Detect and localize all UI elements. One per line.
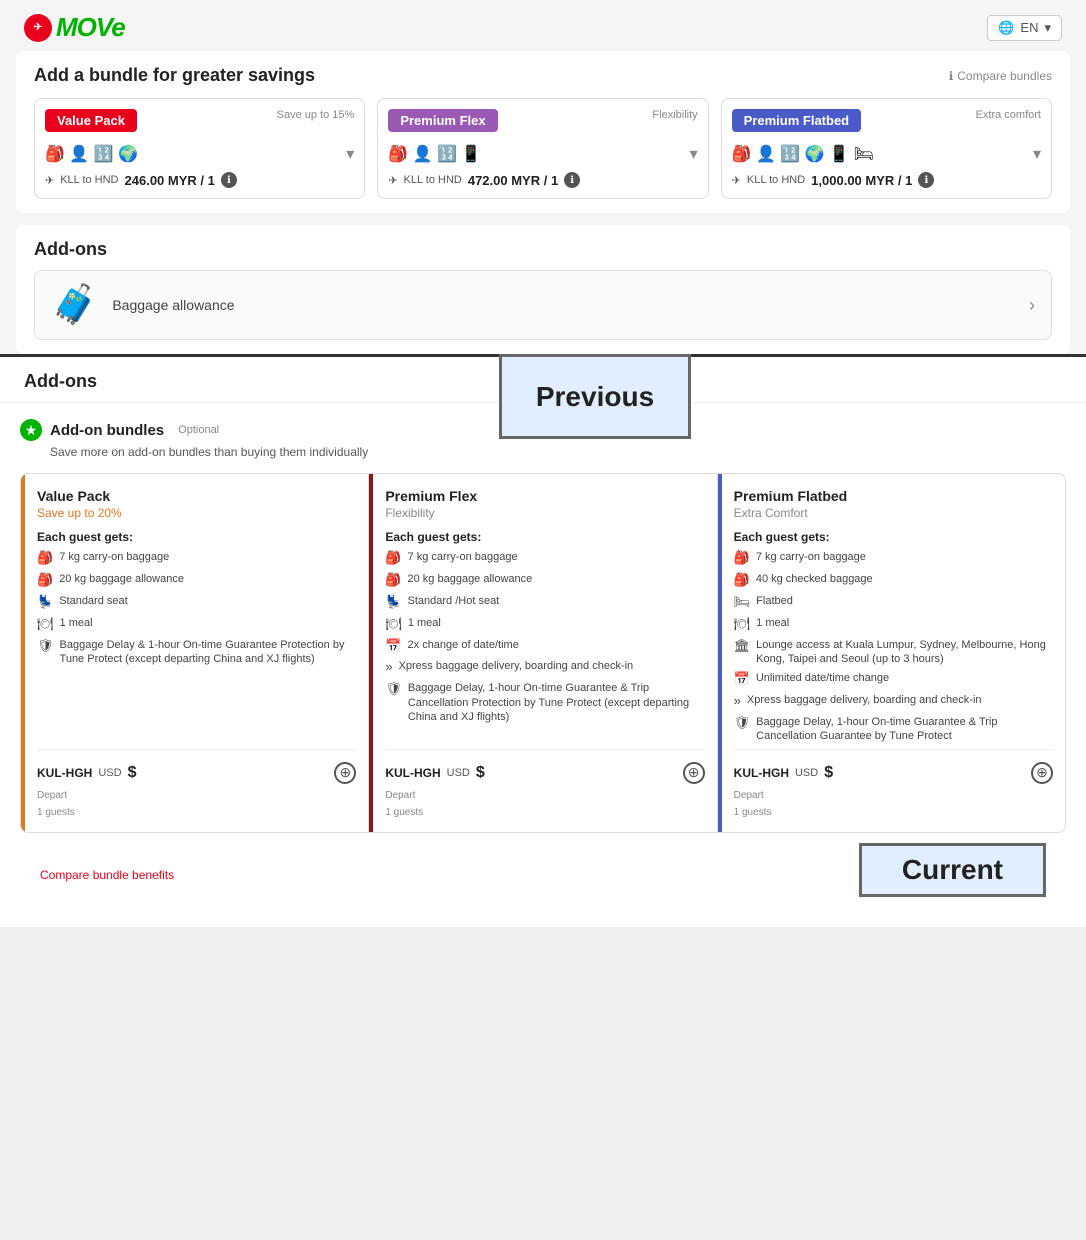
bc-flex-currency: USD [447,767,470,779]
premium-flatbed-subtitle: Extra comfort [976,109,1041,121]
perk-item: 🛏Flatbed [734,594,1053,611]
bc-flatbed-each-guest: Each guest gets: [734,530,1053,544]
bc-flatbed-currency: USD [795,767,818,779]
bc-value-route: KUL-HGH [37,766,92,780]
value-pack-icons: 🎒 👤 🔢 🌍 ▾ [45,144,354,164]
language-selector[interactable]: 🌐 EN ▾ [987,15,1062,41]
bc-flatbed-title: Premium Flatbed [734,488,1053,504]
star-icon: ★ [20,419,42,441]
premium-flatbed-icons: 🎒 👤 🔢 🌍 📱 🛏 ▾ [732,144,1041,164]
addons-title-top: Add-ons [34,239,1052,260]
optional-badge: Optional [178,424,219,436]
perk-item: 🎒7 kg carry-on baggage [385,550,704,567]
globe-icon: 🌐 [998,20,1014,36]
perk-item: 🎒20 kg baggage allowance [37,572,356,589]
perk-item: 🛡Baggage Delay, 1-hour On-time Guarantee… [734,715,1053,744]
perk-item: 📅2x change of date/time [385,638,704,655]
perk-item: 🎒20 kg baggage allowance [385,572,704,589]
bundle-section: Add a bundle for greater savings ℹ Compa… [16,51,1070,213]
bc-flex-title: Premium Flex [385,488,704,504]
premium-flatbed-badge: Premium Flatbed [732,109,861,132]
baggage-chevron-icon: › [1029,295,1035,316]
baggage-label: Baggage allowance [112,297,234,313]
baggage-emoji: 🧳 [51,283,98,327]
bc-value-guests: 1 guests [37,807,75,818]
value-pack-subtitle: Save up to 15% [277,109,355,121]
bundle-card-value[interactable]: Value Pack Save up to 15% 🎒 👤 🔢 🌍 ▾ ✈ KL… [34,98,365,199]
bc-flex-guests: 1 guests [385,807,423,818]
bc-card-premium-flex: Premium Flex Flexibility Each guest gets… [369,474,717,832]
bc-flex-add-button[interactable]: ⊕ [683,762,705,784]
premium-flex-subtitle: Flexibility [652,109,697,121]
compare-bundles-link[interactable]: ℹ Compare bundles [949,69,1052,83]
value-pack-price-row: ✈ KLL to HND 246.00 MYR / 1 ℹ [45,172,354,188]
premium-flex-icons: 🎒 👤 🔢 📱 ▾ [388,144,697,164]
bc-flatbed-guests: 1 guests [734,807,772,818]
lang-label: EN [1020,20,1038,35]
value-pack-badge: Value Pack [45,109,137,132]
bc-value-each-guest: Each guest gets: [37,530,356,544]
perk-item: 💺Standard seat [37,594,356,611]
logo: ✈ MOVe [24,12,125,43]
addon-bundles-subtitle: Save more on add-on bundles than buying … [50,445,1066,459]
baggage-row[interactable]: 🧳 Baggage allowance › [34,270,1052,340]
perk-item: 🍽1 meal [37,616,356,633]
bc-flatbed-add-button[interactable]: ⊕ [1031,762,1053,784]
bottom-addons-title: Add-ons [24,371,97,391]
premium-flatbed-price-row: ✈ KLL to HND 1,000.00 MYR / 1 ℹ [732,172,1041,188]
bc-flex-price: $ [476,764,485,782]
bc-value-title: Value Pack [37,488,356,504]
bottom-footer-row: Compare bundle benefits Current [20,833,1066,911]
bc-flatbed-depart: Depart [734,790,1053,801]
perk-item: 🛡Baggage Delay & 1-hour On-time Guarante… [37,638,356,667]
addons-inner: ★ Add-on bundles Optional Save more on a… [0,403,1086,927]
current-label: Current [859,843,1046,897]
bc-flex-route: KUL-HGH [385,766,440,780]
addons-section-top: Add-ons 🧳 Baggage allowance › [16,225,1070,354]
perk-item: 💺Standard /Hot seat [385,594,704,611]
perk-item: 🏛Lounge access at Kuala Lumpur, Sydney, … [734,638,1053,667]
bc-flex-footer: KUL-HGH USD $ ⊕ Depart 1 guests [385,749,704,818]
bc-flatbed-price: $ [824,764,833,782]
bundle-card-premium-flex[interactable]: Premium Flex Flexibility 🎒 👤 🔢 📱 ▾ ✈ KLL… [377,98,708,199]
bc-flatbed-footer: KUL-HGH USD $ ⊕ Depart 1 guests [734,749,1053,818]
addon-bundles-header: ★ Add-on bundles Optional [20,419,1066,441]
compare-bundle-benefits-link[interactable]: Compare bundle benefits [40,868,174,882]
bc-value-currency: USD [98,767,121,779]
perk-item: 🎒7 kg carry-on baggage [37,550,356,567]
perk-item: 🎒7 kg carry-on baggage [734,550,1053,567]
perk-item: »Xpress baggage delivery, boarding and c… [385,659,704,676]
addon-bundles-title: Add-on bundles [50,422,164,439]
bc-value-footer: KUL-HGH USD $ ⊕ Depart 1 guests [37,749,356,818]
perk-item: 🍽1 meal [385,616,704,633]
chevron-down-icon: ▾ [1044,20,1051,36]
bc-flatbed-subtitle: Extra Comfort [734,506,1053,520]
bc-value-price: $ [128,764,137,782]
bc-card-premium-flatbed: Premium Flatbed Extra Comfort Each guest… [718,474,1065,832]
bc-value-add-button[interactable]: ⊕ [334,762,356,784]
bottom-section: Add-ons ★ Add-on bundles Optional Save m… [0,357,1086,927]
bc-flex-each-guest: Each guest gets: [385,530,704,544]
bundle-card-premium-flatbed[interactable]: Premium Flatbed Extra comfort 🎒 👤 🔢 🌍 📱 … [721,98,1052,199]
perk-item: »Xpress baggage delivery, boarding and c… [734,693,1053,710]
perk-item: 🛡Baggage Delay, 1-hour On-time Guarantee… [385,681,704,724]
premium-flex-price-row: ✈ KLL to HND 472.00 MYR / 1 ℹ [388,172,697,188]
bc-value-subtitle: Save up to 20% [37,506,356,520]
bundle-section-title: Add a bundle for greater savings [34,65,315,86]
bottom-addons-header: Add-ons [0,357,1086,403]
perk-item: 📅Unlimited date/time change [734,671,1053,688]
bc-flex-subtitle: Flexibility [385,506,704,520]
perk-item: 🎒40 kg checked baggage [734,572,1053,589]
bc-flatbed-route: KUL-HGH [734,766,789,780]
premium-flex-badge: Premium Flex [388,109,497,132]
bc-value-depart: Depart [37,790,356,801]
perk-item: 🍽1 meal [734,616,1053,633]
logo-text: MOVe [56,12,125,43]
logo-icon: ✈ [24,14,52,42]
bc-flex-depart: Depart [385,790,704,801]
info-icon: ℹ [949,69,954,83]
bundle-compare-cards: Value Pack Save up to 20% Each guest get… [20,473,1066,833]
bundle-cards: Value Pack Save up to 15% 🎒 👤 🔢 🌍 ▾ ✈ KL… [34,98,1052,199]
bc-card-value: Value Pack Save up to 20% Each guest get… [21,474,369,832]
